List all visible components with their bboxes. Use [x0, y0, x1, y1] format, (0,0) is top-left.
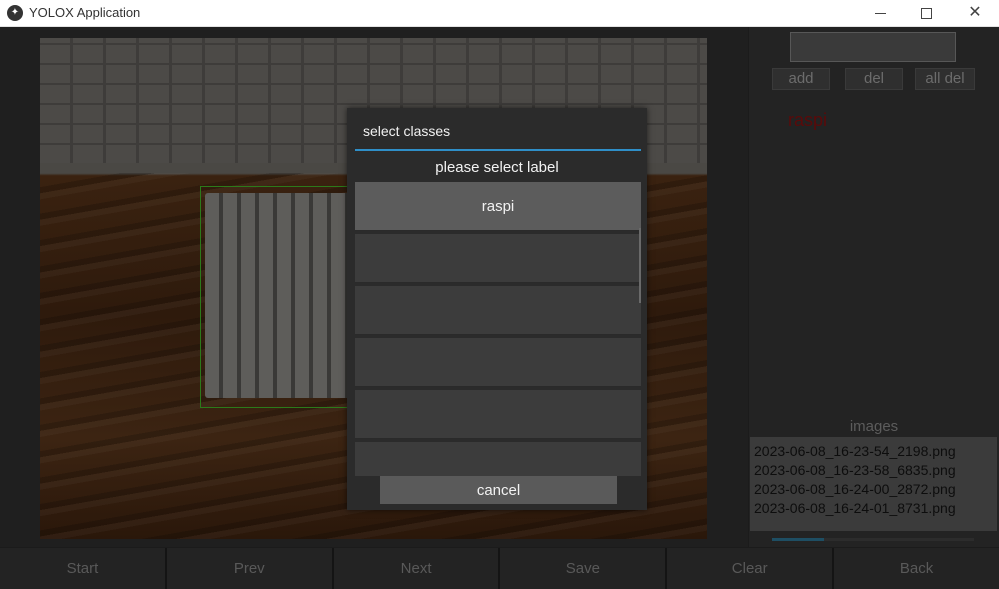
list-item[interactable]: 2023-06-08_16-24-00_2872.png [754, 480, 997, 499]
select-classes-dialog: select classes please select label raspi… [347, 108, 647, 510]
label-item[interactable] [355, 442, 641, 476]
all-del-button[interactable]: all del [915, 68, 975, 90]
next-button[interactable]: Next [333, 548, 499, 589]
start-button[interactable]: Start [0, 548, 165, 589]
class-label-raspi[interactable]: raspi [788, 110, 827, 131]
dialog-title: select classes [363, 123, 451, 139]
dialog-title-divider [355, 149, 641, 151]
save-button[interactable]: Save [500, 548, 666, 589]
bottom-toolbar: Start Prev Next Save Clear Back [0, 548, 999, 589]
window-title: YOLOX Application [29, 5, 141, 20]
label-item-raspi[interactable]: raspi [355, 182, 641, 231]
label-item[interactable] [355, 286, 641, 335]
prev-button[interactable]: Prev [166, 548, 332, 589]
back-button[interactable]: Back [834, 548, 999, 589]
maximize-icon [920, 7, 932, 19]
label-list[interactable]: raspi [355, 182, 641, 476]
label-item[interactable] [355, 234, 641, 283]
close-button[interactable]: ✕ [952, 0, 998, 26]
label-item[interactable] [355, 338, 641, 387]
maximize-button[interactable] [903, 0, 949, 26]
list-item[interactable]: 2023-06-08_16-23-58_6835.png [754, 461, 997, 480]
class-name-input[interactable] [790, 32, 956, 62]
dialog-subtitle: please select label [435, 159, 559, 176]
app-logo-icon: ✦ [7, 5, 23, 21]
images-list[interactable]: 2023-06-08_16-23-54_2198.png 2023-06-08_… [750, 437, 997, 531]
label-item[interactable] [355, 390, 641, 439]
close-icon: ✕ [968, 4, 982, 21]
minimize-icon [874, 12, 886, 14]
add-button[interactable]: add [772, 68, 830, 90]
cancel-button[interactable]: cancel [380, 476, 617, 504]
images-heading: images [849, 418, 899, 435]
del-button[interactable]: del [845, 68, 903, 90]
title-bar: ✦ YOLOX Application ✕ [0, 0, 999, 27]
label-list-scrollbar[interactable] [639, 228, 641, 303]
list-item[interactable]: 2023-06-08_16-23-54_2198.png [754, 442, 997, 461]
list-item[interactable]: 2023-06-08_16-24-01_8731.png [754, 499, 997, 518]
clear-button[interactable]: Clear [667, 548, 833, 589]
minimize-button[interactable] [857, 0, 903, 26]
images-scrollbar-thumb[interactable] [772, 538, 824, 541]
